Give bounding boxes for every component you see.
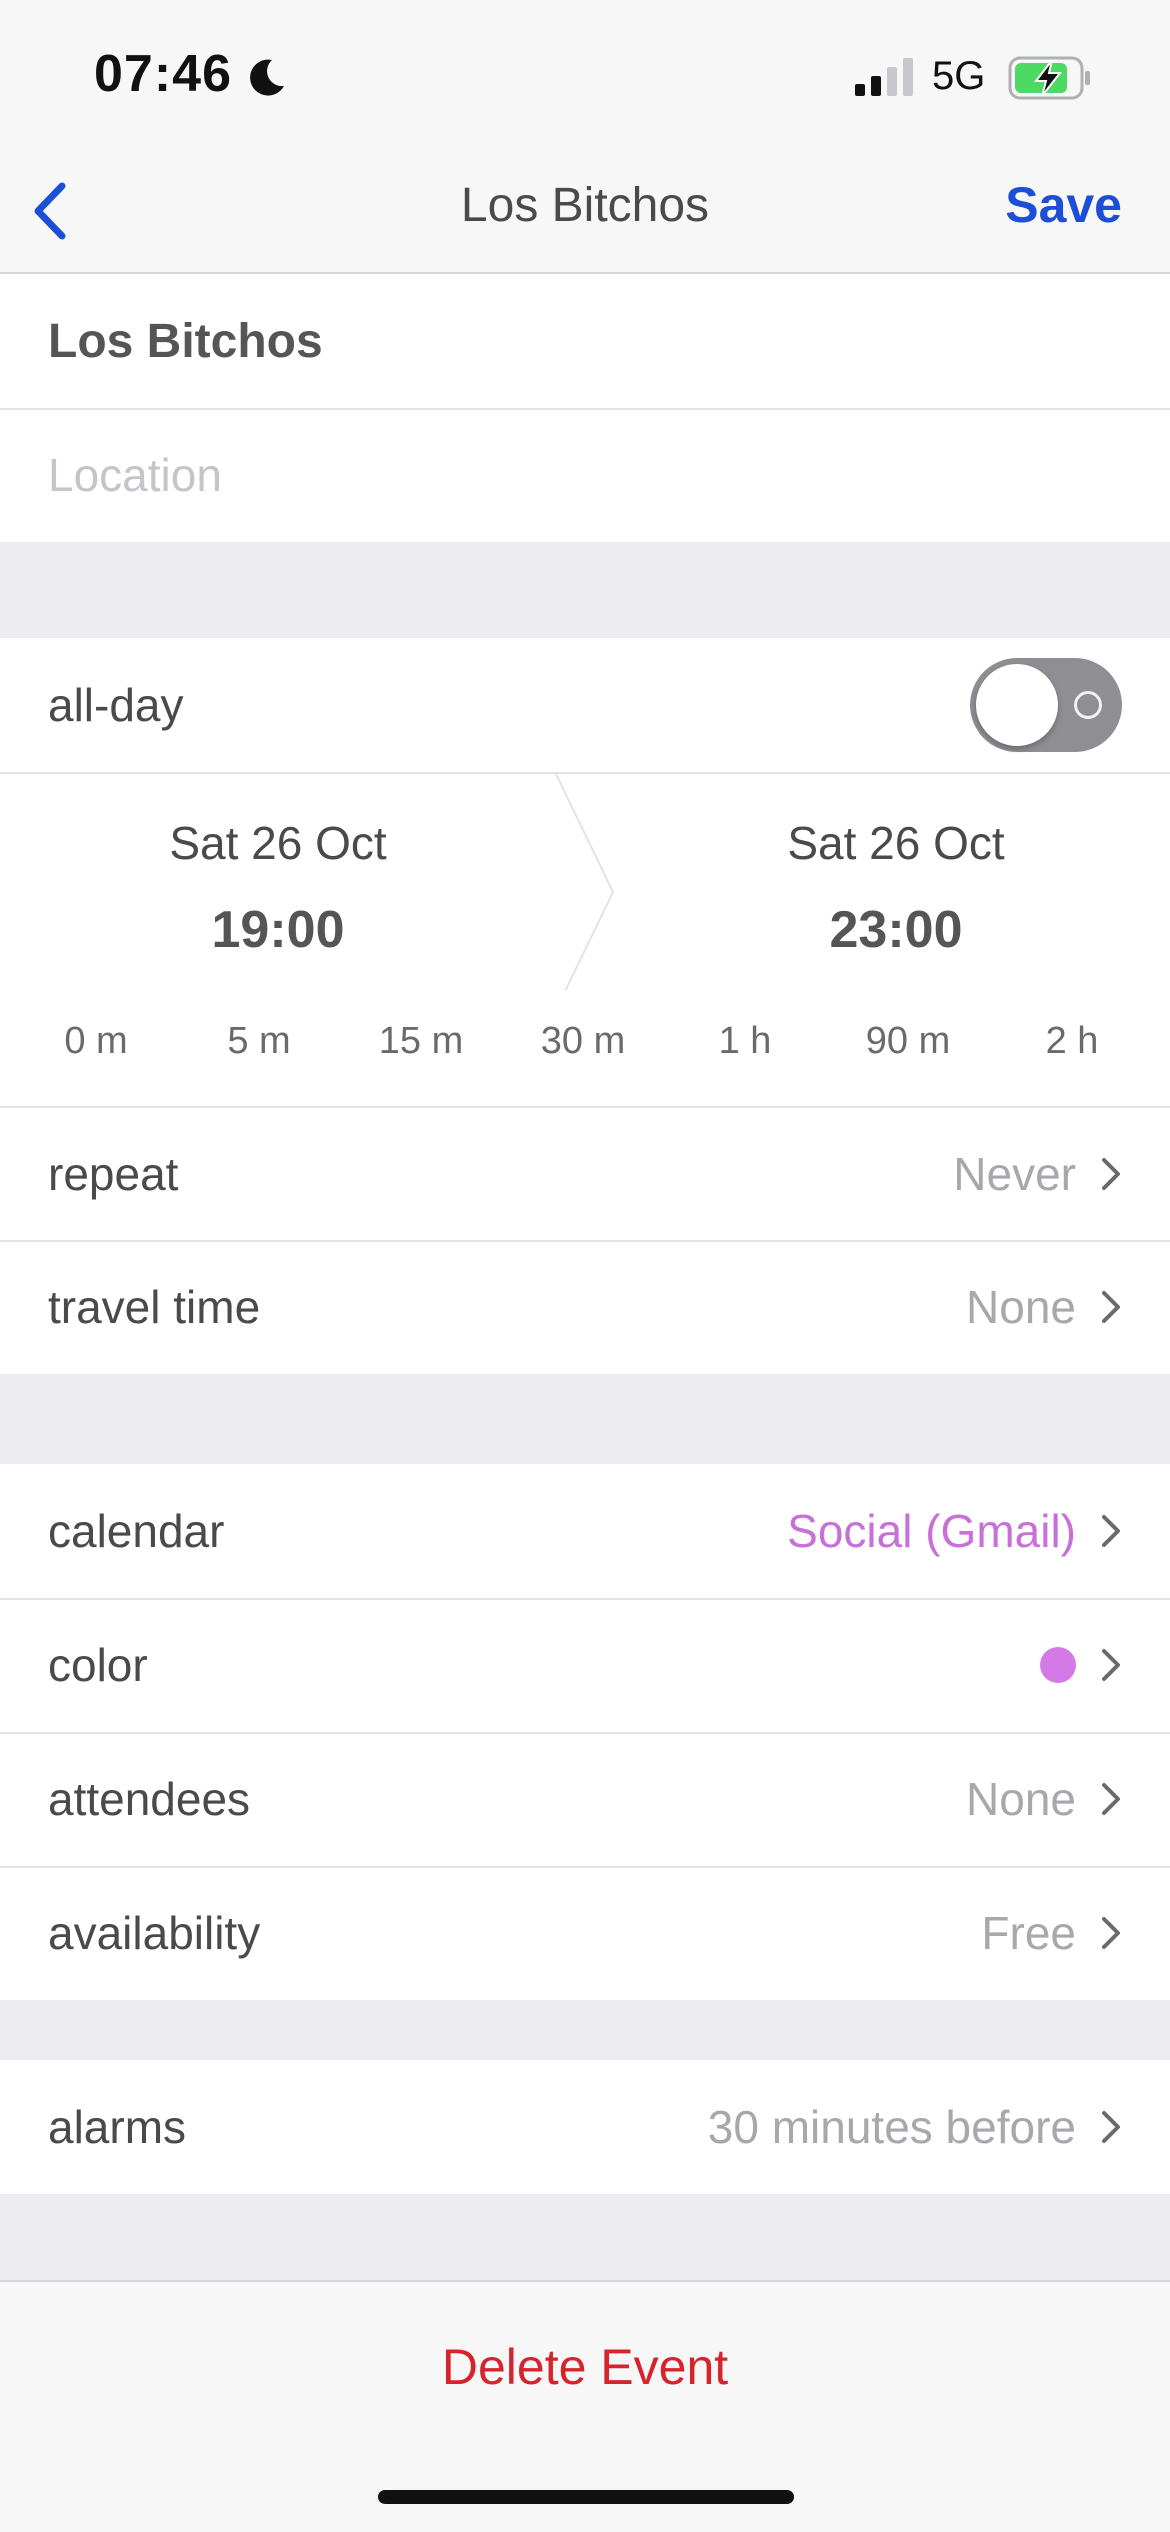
event-edit-screen: 07:46 5G Los Bitchos Save Los Bitchos Lo…: [0, 0, 1170, 2532]
chevron-right-icon: [1102, 1158, 1120, 1190]
title-location-group: Los Bitchos Location: [0, 274, 1170, 542]
quick-time-option[interactable]: 2 h: [1046, 1020, 1099, 1063]
chevron-right-icon: [1102, 1515, 1120, 1547]
nav-title: Los Bitchos: [460, 179, 710, 232]
delete-event-button[interactable]: Delete Event: [0, 2338, 1170, 2396]
quick-time-option[interactable]: 15 m: [379, 1020, 463, 1063]
start-time: 19:00: [211, 901, 345, 959]
time-group: all-day Sat 26 Oct 19:00 Sat 26 Oct 23:0…: [0, 638, 1170, 1374]
availability-value: Free: [981, 1907, 1076, 1959]
attendees-row[interactable]: attendees None: [0, 1732, 1170, 1866]
network-type: 5G: [932, 54, 986, 98]
availability-row[interactable]: availability Free: [0, 1866, 1170, 2000]
travel-time-label: travel time: [48, 1281, 261, 1333]
calendar-value: Social (Gmail): [787, 1505, 1076, 1557]
location-field[interactable]: Location: [0, 408, 1170, 542]
repeat-row[interactable]: repeat Never: [0, 1106, 1170, 1240]
all-day-label: all-day: [48, 679, 184, 731]
event-title-field[interactable]: Los Bitchos: [0, 274, 1170, 408]
save-button[interactable]: Save: [1005, 176, 1122, 234]
chevron-right-icon: [1102, 2111, 1120, 2143]
color-label: color: [48, 1639, 148, 1691]
date-range: Sat 26 Oct 19:00 Sat 26 Oct 23:00: [0, 772, 1170, 1012]
all-day-row: all-day: [0, 638, 1170, 772]
quick-time-option[interactable]: 90 m: [866, 1020, 950, 1063]
toggle-knob: [976, 664, 1058, 746]
all-day-toggle[interactable]: [970, 658, 1122, 752]
chevron-right-icon: [1102, 1917, 1120, 1949]
toggle-off-indicator: [1074, 691, 1102, 719]
alarms-group: alarms 30 minutes before: [0, 2060, 1170, 2194]
calendar-row[interactable]: calendar Social (Gmail): [0, 1464, 1170, 1598]
nav-bar: Los Bitchos Save: [0, 150, 1170, 274]
end-time: 23:00: [829, 901, 963, 959]
alarms-value: 30 minutes before: [707, 2101, 1076, 2153]
chevron-right-icon: [1102, 1649, 1120, 1681]
chevron-right-icon: [1102, 1291, 1120, 1323]
alarms-label: alarms: [48, 2101, 187, 2153]
quick-time-option[interactable]: 5 m: [227, 1020, 290, 1063]
event-title-text: Los Bitchos: [48, 314, 323, 368]
quick-time-option[interactable]: 30 m: [541, 1020, 625, 1063]
status-time: 07:46: [94, 45, 232, 103]
attendees-value: None: [966, 1773, 1076, 1825]
repeat-value: Never: [953, 1148, 1076, 1200]
color-row[interactable]: color: [0, 1598, 1170, 1732]
moon-icon: [250, 59, 284, 96]
alarms-row[interactable]: alarms 30 minutes before: [0, 2060, 1170, 2194]
availability-label: availability: [48, 1907, 261, 1959]
travel-time-row[interactable]: travel time None: [0, 1240, 1170, 1374]
status-bar: 07:46 5G: [0, 0, 1170, 150]
end-date: Sat 26 Oct: [787, 817, 1005, 869]
home-indicator[interactable]: [378, 2490, 794, 2504]
start-date: Sat 26 Oct: [169, 817, 387, 869]
calendar-group: calendar Social (Gmail) color attendees …: [0, 1464, 1170, 2000]
quick-duration-picker: 0 m 5 m 15 m 30 m 1 h 90 m 2 h: [0, 990, 1170, 1106]
range-arrow-divider: [554, 772, 615, 1012]
chevron-right-icon: [1102, 1783, 1120, 1815]
signal-icon: [855, 58, 913, 96]
attendees-label: attendees: [48, 1773, 251, 1825]
calendar-label: calendar: [48, 1505, 225, 1557]
repeat-label: repeat: [48, 1148, 179, 1200]
travel-time-value: None: [966, 1281, 1076, 1333]
start-datetime[interactable]: Sat 26 Oct 19:00: [58, 816, 498, 960]
color-swatch: [1040, 1647, 1076, 1683]
end-datetime[interactable]: Sat 26 Oct 23:00: [676, 816, 1116, 960]
location-placeholder: Location: [48, 449, 222, 501]
battery-charging-icon: [1008, 56, 1090, 100]
quick-time-option[interactable]: 0 m: [64, 1020, 127, 1063]
quick-time-option[interactable]: 1 h: [719, 1020, 772, 1063]
